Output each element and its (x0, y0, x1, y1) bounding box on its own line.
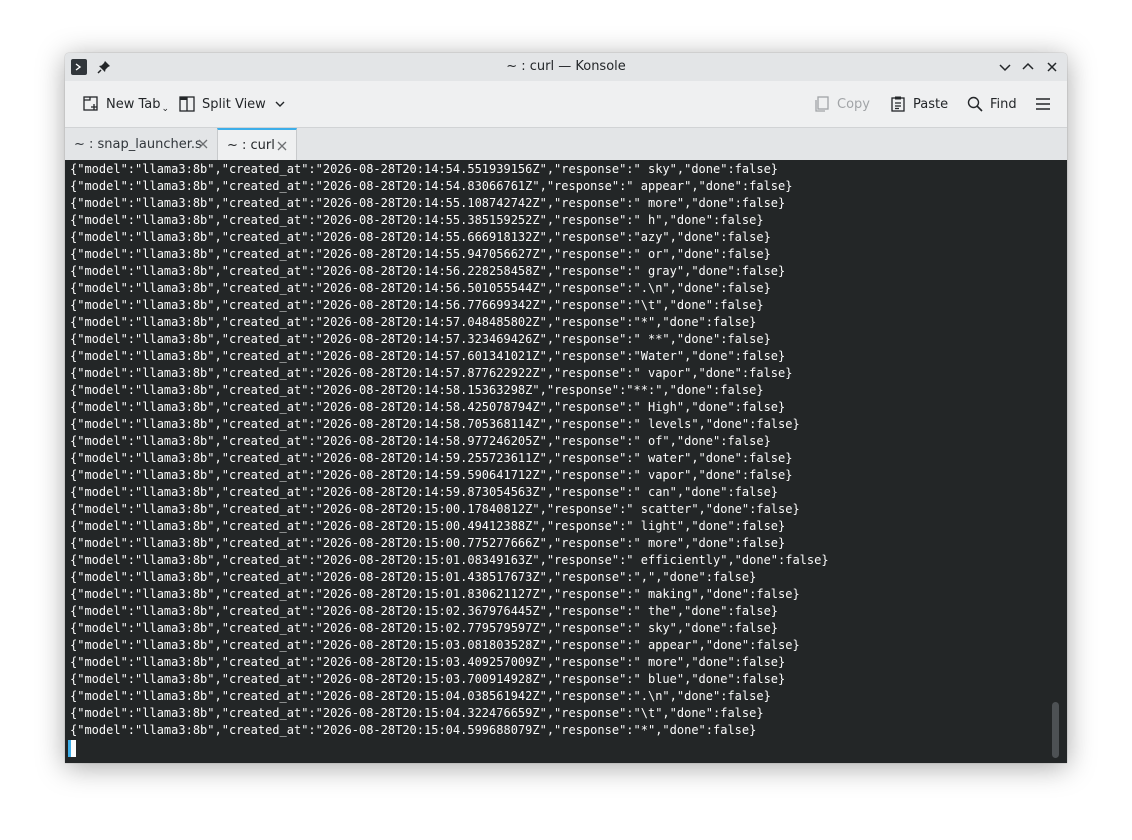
terminal-line: {"model":"llama3:8b","created_at":"2026-… (70, 230, 771, 244)
terminal-line: {"model":"llama3:8b","created_at":"2026-… (70, 587, 800, 601)
terminal-line: {"model":"llama3:8b","created_at":"2026-… (70, 247, 771, 261)
terminal-line: {"model":"llama3:8b","created_at":"2026-… (70, 162, 779, 176)
new-tab-button[interactable]: New Tab ⌄ (82, 93, 169, 115)
hamburger-menu-button[interactable] (1034, 93, 1052, 115)
terminal-line: {"model":"llama3:8b","created_at":"2026-… (70, 281, 771, 295)
terminal-line: {"model":"llama3:8b","created_at":"2026-… (70, 298, 764, 312)
tab-label: ~ : curl (227, 137, 275, 153)
find-button[interactable]: Find (966, 93, 1017, 115)
terminal-line: {"model":"llama3:8b","created_at":"2026-… (70, 213, 764, 227)
window-title: ~ : curl — Konsole (506, 59, 626, 74)
terminal-line: {"model":"llama3:8b","created_at":"2026-… (70, 468, 793, 482)
split-view-button[interactable]: Split View (178, 93, 286, 115)
paste-icon (889, 95, 907, 113)
terminal-line: {"model":"llama3:8b","created_at":"2026-… (70, 706, 764, 720)
maximize-button[interactable] (1019, 58, 1037, 76)
terminal-line: {"model":"llama3:8b","created_at":"2026-… (70, 400, 786, 414)
terminal-line: {"model":"llama3:8b","created_at":"2026-… (70, 502, 800, 516)
terminal-line: {"model":"llama3:8b","created_at":"2026-… (70, 604, 779, 618)
tab-bar: ~ : snap_launcher.s ~ : curl (65, 127, 1067, 161)
copy-icon (813, 95, 831, 113)
terminal-line: {"model":"llama3:8b","created_at":"2026-… (70, 366, 793, 380)
tab-curl[interactable]: ~ : curl (217, 128, 297, 160)
terminal-line: {"model":"llama3:8b","created_at":"2026-… (70, 723, 757, 737)
title-bar[interactable]: ~ : curl — Konsole (65, 53, 1067, 81)
terminal-line: {"model":"llama3:8b","created_at":"2026-… (70, 570, 757, 584)
new-tab-label: New Tab (106, 96, 161, 112)
dropdown-indicator-icon: ⌄ (161, 104, 170, 114)
copy-label: Copy (837, 96, 870, 112)
terminal-line: {"model":"llama3:8b","created_at":"2026-… (70, 672, 786, 686)
terminal-line: {"model":"llama3:8b","created_at":"2026-… (70, 264, 786, 278)
terminal-line: {"model":"llama3:8b","created_at":"2026-… (70, 638, 800, 652)
close-window-button[interactable] (1043, 58, 1061, 76)
terminal-line: {"model":"llama3:8b","created_at":"2026-… (70, 196, 786, 210)
terminal-line: {"model":"llama3:8b","created_at":"2026-… (70, 349, 786, 363)
copy-button[interactable]: Copy (813, 93, 870, 115)
tab-label: ~ : snap_launcher.s (74, 136, 202, 152)
paste-label: Paste (913, 96, 949, 112)
tab-snap-launcher[interactable]: ~ : snap_launcher.s (65, 128, 217, 160)
chevron-down-icon (275, 101, 285, 107)
paste-button[interactable]: Paste (889, 93, 948, 115)
terminal-line: {"model":"llama3:8b","created_at":"2026-… (70, 621, 779, 635)
konsole-window: ~ : curl — Konsole New Tab ⌄ Split View (65, 53, 1067, 763)
close-icon (1047, 62, 1057, 72)
terminal-line: {"model":"llama3:8b","created_at":"2026-… (70, 383, 764, 397)
terminal-line: {"model":"llama3:8b","created_at":"2026-… (70, 689, 771, 703)
terminal-line: {"model":"llama3:8b","created_at":"2026-… (70, 332, 771, 346)
scrollbar-handle[interactable] (1052, 702, 1059, 758)
hamburger-menu-icon (1036, 98, 1050, 110)
terminal-line: {"model":"llama3:8b","created_at":"2026-… (70, 485, 779, 499)
search-icon (966, 95, 984, 113)
close-tab-icon[interactable] (276, 140, 288, 152)
terminal-line: {"model":"llama3:8b","created_at":"2026-… (70, 553, 829, 567)
terminal-line: {"model":"llama3:8b","created_at":"2026-… (70, 434, 771, 448)
chevron-up-icon (1022, 62, 1034, 70)
close-tab-icon[interactable] (197, 138, 209, 150)
cursor-accent (68, 740, 71, 757)
new-tab-icon (82, 95, 100, 113)
split-view-label: Split View (202, 96, 266, 112)
terminal-line: {"model":"llama3:8b","created_at":"2026-… (70, 179, 793, 193)
terminal-line: {"model":"llama3:8b","created_at":"2026-… (70, 417, 800, 431)
minimize-button[interactable] (996, 58, 1014, 76)
terminal-line: {"model":"llama3:8b","created_at":"2026-… (70, 451, 793, 465)
split-view-icon (178, 95, 196, 113)
terminal-line: {"model":"llama3:8b","created_at":"2026-… (70, 655, 786, 669)
terminal-view[interactable]: {"model":"llama3:8b","created_at":"2026-… (65, 160, 1067, 763)
terminal-line: {"model":"llama3:8b","created_at":"2026-… (70, 536, 786, 550)
terminal-output: {"model":"llama3:8b","created_at":"2026-… (70, 161, 829, 739)
terminal-line: {"model":"llama3:8b","created_at":"2026-… (70, 519, 786, 533)
terminal-line: {"model":"llama3:8b","created_at":"2026-… (70, 315, 757, 329)
terminal-cursor (68, 740, 76, 757)
toolbar: New Tab ⌄ Split View Copy Paste Find (65, 81, 1067, 127)
find-label: Find (990, 96, 1017, 112)
chevron-down-icon (999, 64, 1011, 72)
